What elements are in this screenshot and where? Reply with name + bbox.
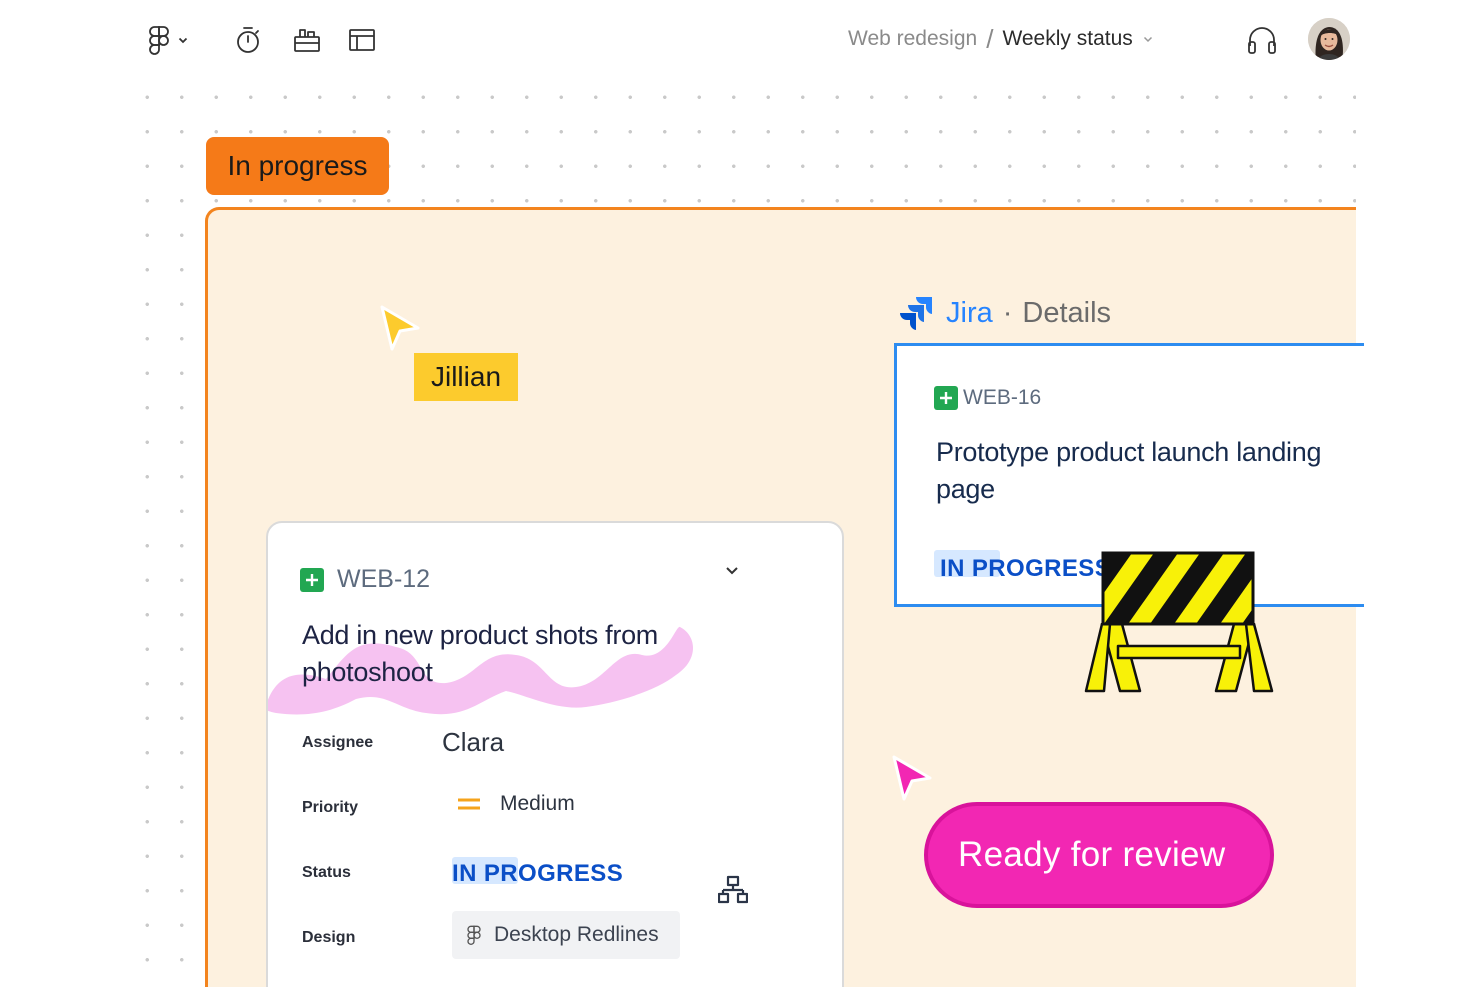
toolbox-icon xyxy=(294,29,320,52)
breadcrumb-separator: / xyxy=(986,23,994,54)
figma-logo-icon xyxy=(149,26,169,55)
cursor-jillian-icon xyxy=(380,305,420,351)
breadcrumb-project[interactable]: Web redesign xyxy=(848,27,977,51)
chevron-down-icon xyxy=(178,37,188,44)
timer-icon xyxy=(237,27,259,53)
figma-logo-icon xyxy=(467,925,481,945)
issue-key-row: WEB-16 xyxy=(934,386,1041,410)
layout-button[interactable] xyxy=(344,22,380,58)
avatar[interactable] xyxy=(1308,18,1350,60)
collapse-chevron-icon[interactable] xyxy=(723,561,741,579)
jira-panel-header: Jira · Details xyxy=(898,290,1111,336)
design-label: Design xyxy=(302,929,356,946)
issue-title: Prototype product launch landing page xyxy=(936,437,1322,504)
hierarchy-icon[interactable] xyxy=(718,875,748,905)
breadcrumb-page[interactable]: Weekly status xyxy=(1002,27,1132,51)
priority-medium-icon xyxy=(458,798,480,810)
issue-card[interactable]: WEB-12 Add in new product shots from pho… xyxy=(266,521,844,987)
issue-key-row: WEB-12 xyxy=(300,565,430,594)
user-photo xyxy=(1308,18,1350,60)
collaborator-name-tag: Jillian xyxy=(414,353,518,401)
ready-for-review-sticker[interactable]: Ready for review xyxy=(924,802,1274,908)
design-link-chip[interactable]: Desktop Redlines xyxy=(452,911,680,959)
jira-panel-title: Details xyxy=(1022,296,1112,329)
top-toolbar: Web redesign / Weekly status xyxy=(0,0,1480,80)
layout-icon xyxy=(349,29,375,51)
status-label: Status xyxy=(302,864,351,881)
story-type-icon xyxy=(300,567,324,592)
construction-barricade-icon xyxy=(1084,551,1274,693)
priority-label: Priority xyxy=(302,799,359,816)
issue-key[interactable]: WEB-12 xyxy=(337,565,430,594)
status-badge[interactable]: IN PROGRESS xyxy=(452,860,623,888)
section-title[interactable]: In progress xyxy=(206,137,389,195)
chevron-down-icon[interactable] xyxy=(1142,33,1154,45)
issue-key[interactable]: WEB-16 xyxy=(963,386,1041,410)
issue-title: Add in new product shots from photoshoot xyxy=(302,620,658,687)
cursor-collaborator-icon xyxy=(892,755,932,801)
jira-separator: · xyxy=(1002,296,1013,329)
jira-app-name: Jira xyxy=(946,296,993,329)
jira-logo-icon xyxy=(900,297,932,330)
audio-button[interactable] xyxy=(1242,20,1282,60)
priority-value[interactable]: Medium xyxy=(500,792,575,816)
story-type-icon xyxy=(934,386,958,410)
headphones-icon xyxy=(1248,27,1276,54)
resources-button[interactable] xyxy=(288,22,326,58)
timer-button[interactable] xyxy=(230,22,266,58)
design-link-label: Desktop Redlines xyxy=(494,923,659,946)
assignee-label: Assignee xyxy=(302,734,374,751)
assignee-value[interactable]: Clara xyxy=(442,727,504,758)
main-menu-button[interactable] xyxy=(140,22,196,58)
breadcrumb: Web redesign / Weekly status xyxy=(848,22,1154,56)
